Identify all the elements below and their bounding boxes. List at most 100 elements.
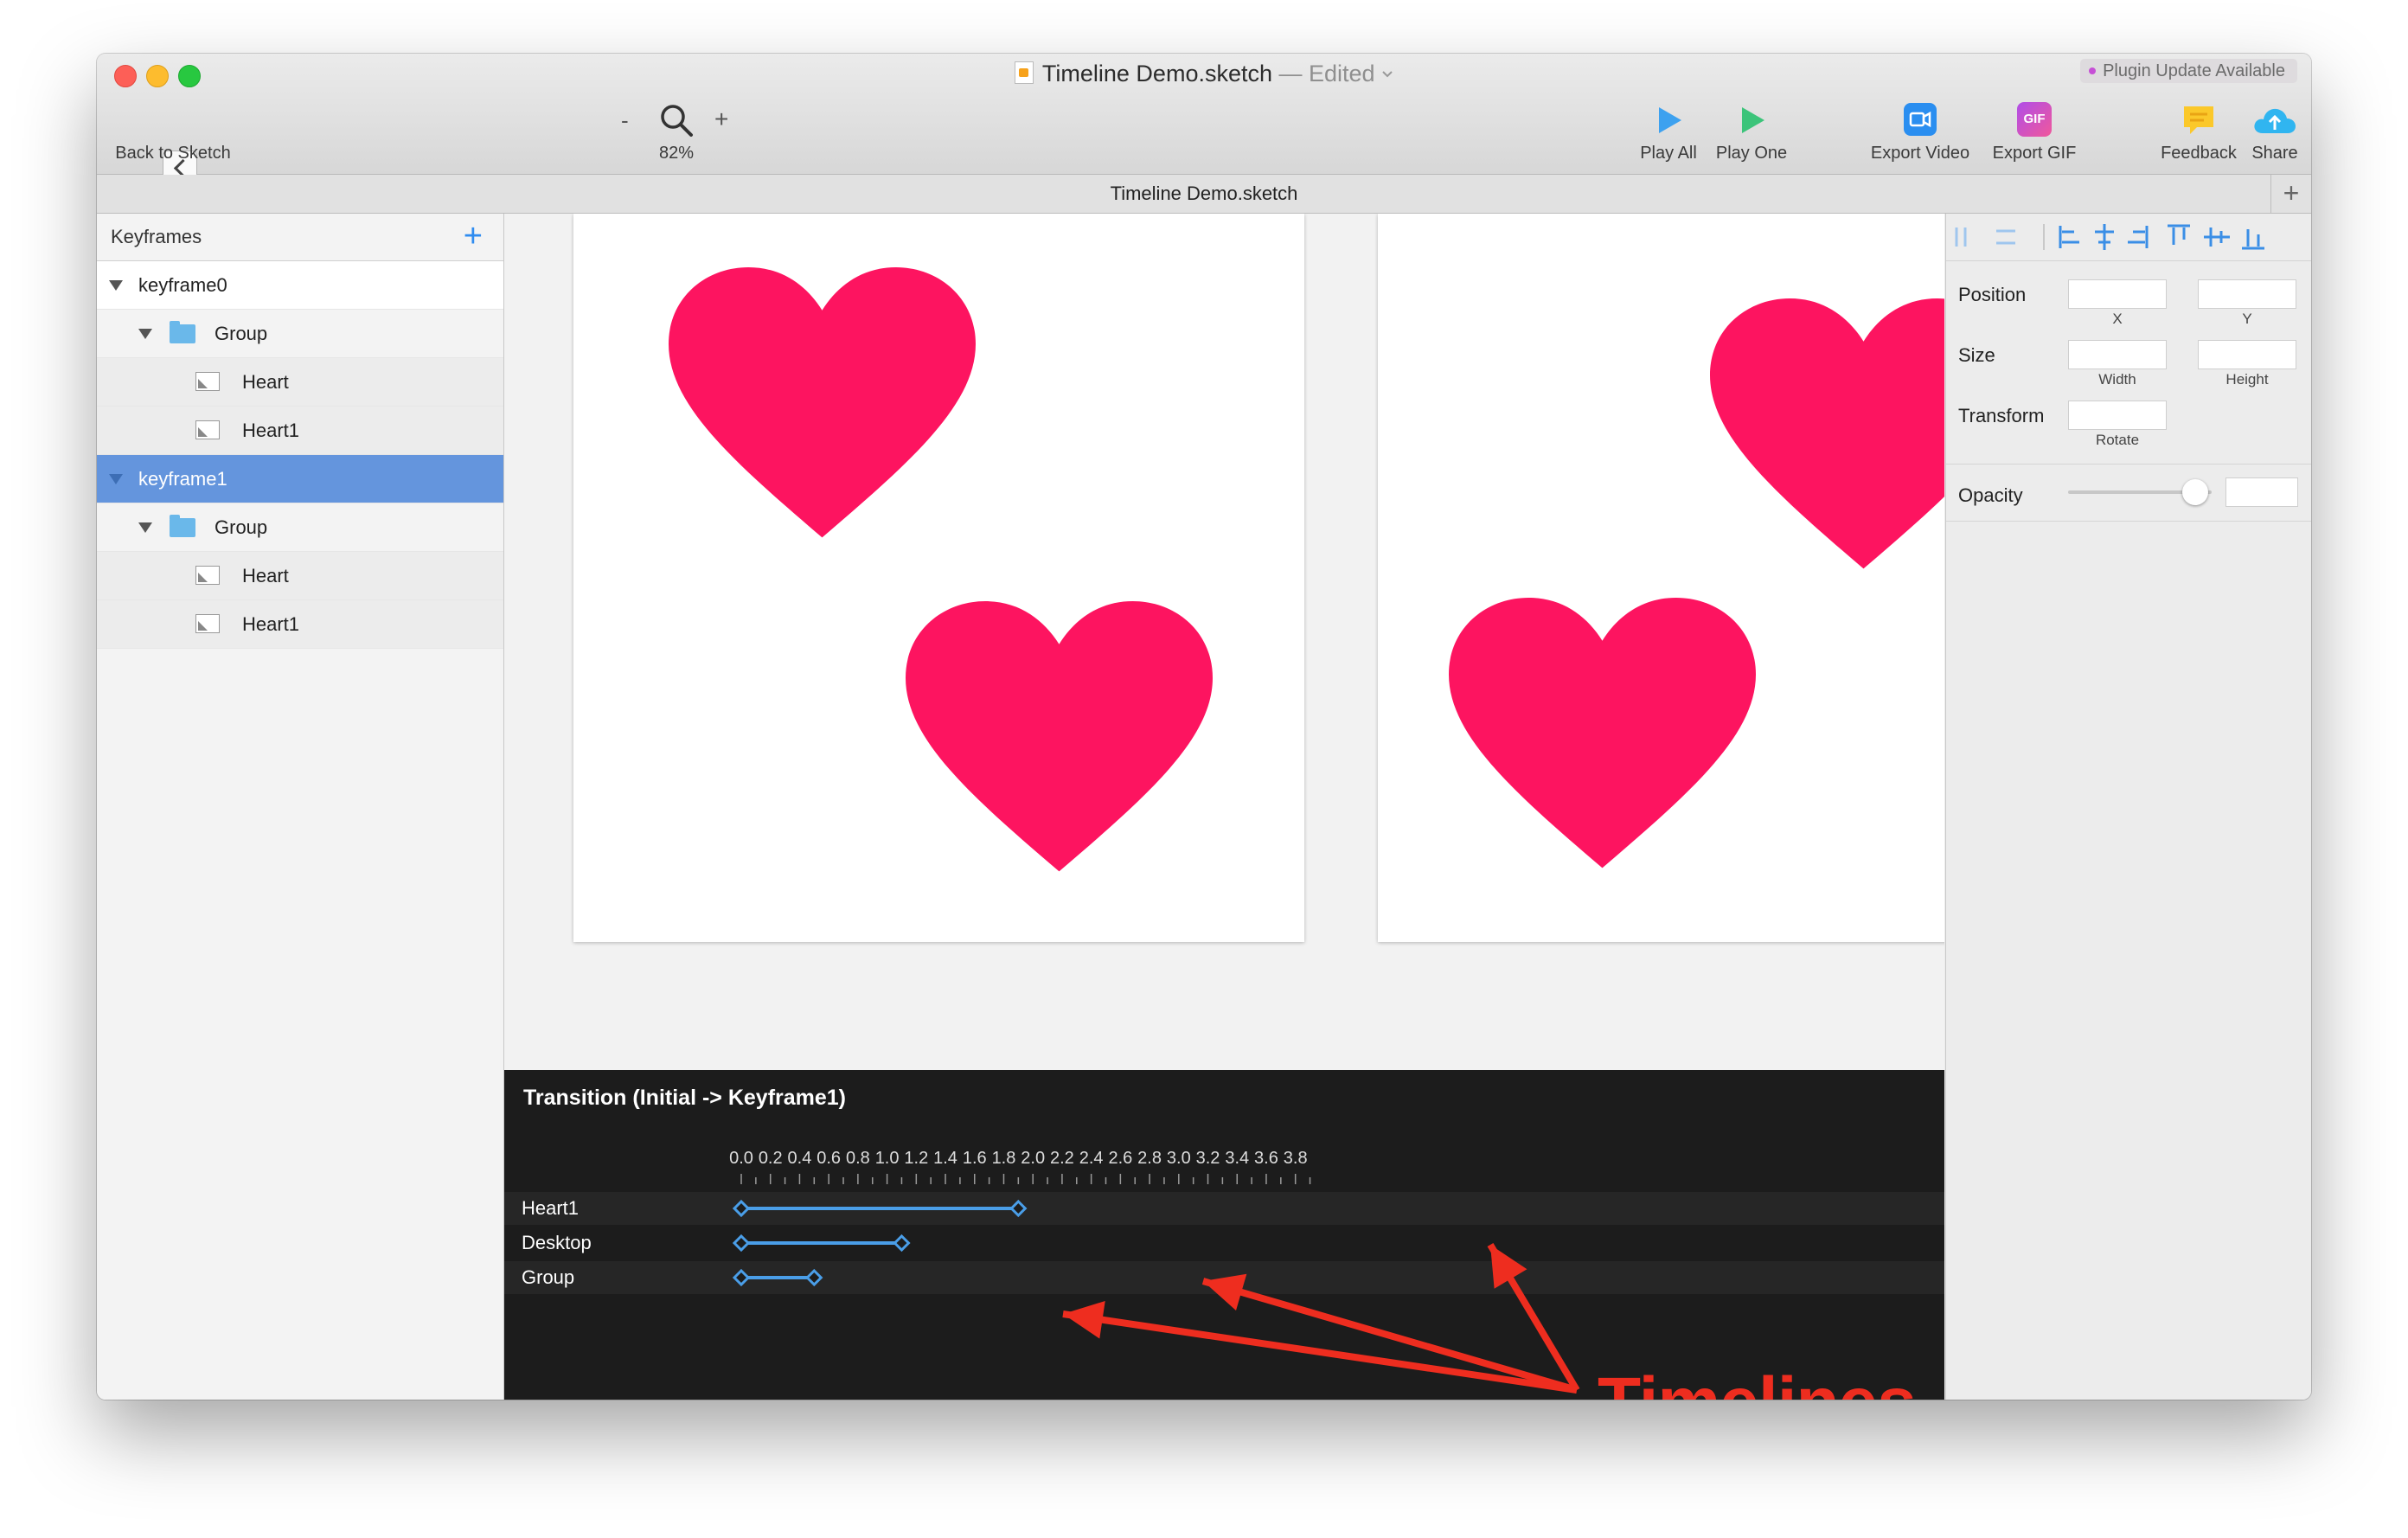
layer-label: Heart1 — [242, 420, 300, 441]
cloud-upload-icon — [2254, 108, 2296, 133]
disclosure-triangle-icon[interactable] — [109, 474, 123, 484]
feedback-label: Feedback — [2161, 144, 2237, 163]
artboard-keyframe1[interactable] — [1378, 214, 1944, 942]
plugin-update-label: Plugin Update Available — [2103, 61, 2285, 80]
back-to-sketch-button[interactable]: Back to Sketch — [104, 102, 242, 185]
layer-label: Heart — [242, 371, 289, 393]
share-button[interactable]: Share — [2245, 102, 2305, 163]
zoom-in-button[interactable]: + — [714, 106, 728, 133]
play-one-button[interactable]: Play One — [1700, 102, 1803, 163]
keyframe-handle[interactable] — [732, 1268, 751, 1287]
artboard-keyframe0-art — [669, 267, 1213, 872]
alignment-toolbar — [1946, 214, 2311, 261]
disclosure-triangle-icon[interactable] — [138, 329, 152, 339]
layer-row-group[interactable]: Group — [97, 310, 503, 358]
layer-row-image[interactable]: Heart1 — [97, 600, 503, 649]
width-caption: Width — [2098, 371, 2136, 388]
width-field[interactable] — [2068, 340, 2167, 369]
speech-bubble-icon — [2184, 106, 2213, 134]
layer-label: Heart — [242, 565, 289, 586]
folder-icon — [170, 321, 195, 343]
align-center-icon[interactable] — [2095, 224, 2114, 250]
video-camera-icon — [1904, 103, 1937, 136]
layer-label: Group — [215, 323, 268, 344]
heart1-shape[interactable] — [1449, 598, 1756, 868]
heart1-shape[interactable] — [906, 601, 1213, 872]
distribute-horizontal-icon[interactable] — [1955, 227, 1967, 247]
keyframe-label: keyframe1 — [138, 468, 227, 490]
document-title: Timeline Demo.sketch — [1041, 61, 1272, 87]
position-y-field[interactable] — [2198, 279, 2296, 309]
align-bottom-icon[interactable] — [2242, 229, 2264, 250]
inspector-panel: Position X Y Size Width Height Transform… — [1945, 214, 2311, 1400]
position-label: Position — [1958, 284, 2027, 305]
zoom-level: 82% — [658, 144, 695, 163]
layer-row-image[interactable]: Heart1 — [97, 407, 503, 455]
rotate-field[interactable] — [2068, 401, 2167, 430]
play-icon — [1659, 107, 1681, 133]
opacity-field[interactable] — [2225, 477, 2298, 507]
layer-row-group[interactable]: Group — [97, 503, 503, 552]
chevron-down-icon[interactable] — [1381, 70, 1393, 79]
opacity-slider-knob[interactable] — [2182, 479, 2208, 505]
x-caption: X — [2112, 311, 2123, 327]
gif-icon: GIF — [2017, 102, 2052, 137]
layer-row-image[interactable]: Heart — [97, 358, 503, 407]
keyframes-header: Keyframes + — [97, 214, 503, 261]
keyframe-handle[interactable] — [893, 1234, 911, 1253]
edited-label: — Edited — [1278, 61, 1375, 87]
canvas[interactable]: Transition (Initial -> Keyframe1) 0.0 0.2… — [504, 214, 1944, 1400]
plugin-update-badge[interactable]: Plugin Update Available — [2080, 59, 2297, 83]
keyframe-label: keyframe0 — [138, 274, 227, 296]
keyframe-row-selected[interactable]: keyframe1 — [97, 455, 503, 503]
export-video-button[interactable]: Export Video — [1860, 102, 1981, 163]
window-title: Timeline Demo.sketch — Edited — [97, 61, 2311, 87]
heart-shape[interactable] — [669, 267, 976, 538]
layer-label: Heart1 — [242, 613, 300, 635]
opacity-label: Opacity — [1958, 484, 2023, 506]
alignment-icons — [1955, 224, 2264, 250]
align-left-icon[interactable] — [2059, 226, 2079, 248]
play-one-icon — [1742, 107, 1764, 133]
divider — [1946, 464, 2311, 465]
timeline-panel: Transition (Initial -> Keyframe1) 0.0 0.2… — [504, 1070, 1944, 1400]
magnifier-icon[interactable] — [658, 102, 695, 138]
distribute-vertical-icon[interactable] — [1996, 229, 2015, 245]
align-top-icon[interactable] — [2168, 224, 2190, 245]
annotation-arrowhead — [1063, 1300, 1105, 1339]
rotate-caption: Rotate — [2095, 432, 2140, 448]
image-layer-icon — [195, 614, 220, 633]
heart-shape[interactable] — [1710, 298, 1944, 569]
disclosure-triangle-icon[interactable] — [138, 522, 152, 533]
keyframe-handle[interactable] — [732, 1234, 751, 1253]
divider — [1946, 521, 2311, 522]
layer-row-image[interactable]: Heart — [97, 552, 503, 600]
keyframe-row[interactable]: keyframe0 — [97, 261, 503, 310]
new-tab-button[interactable]: + — [2270, 175, 2311, 213]
folder-icon — [170, 515, 195, 537]
position-x-field[interactable] — [2068, 279, 2167, 309]
opacity-slider[interactable] — [2068, 479, 2212, 505]
image-layer-icon — [195, 372, 220, 391]
share-label: Share — [2251, 144, 2298, 163]
artboard-keyframe0[interactable] — [573, 214, 1304, 942]
image-layer-icon — [195, 420, 220, 439]
timeline-tracks-graphic — [732, 1174, 1580, 1394]
feedback-button[interactable]: Feedback — [2151, 102, 2246, 163]
transform-label: Transform — [1958, 405, 2045, 426]
align-right-icon[interactable] — [2128, 226, 2149, 248]
sketch-document-icon — [1014, 61, 1034, 84]
keyframe-handle[interactable] — [732, 1199, 751, 1218]
export-video-label: Export Video — [1870, 144, 1970, 163]
height-field[interactable] — [2198, 340, 2296, 369]
artboard-keyframe1-art — [1449, 298, 1944, 868]
y-caption: Y — [2242, 311, 2252, 327]
disclosure-triangle-icon[interactable] — [109, 280, 123, 291]
keyframe-handle[interactable] — [1009, 1199, 1028, 1218]
keyframe-handle[interactable] — [805, 1268, 823, 1287]
add-keyframe-button[interactable]: + — [464, 214, 483, 259]
tab-timeline-demo[interactable]: Timeline Demo.sketch — [1111, 183, 1298, 204]
export-gif-button[interactable]: GIF Export GIF — [1982, 102, 2086, 163]
zoom-out-button[interactable]: - — [621, 107, 629, 134]
align-middle-icon[interactable] — [2204, 227, 2230, 247]
